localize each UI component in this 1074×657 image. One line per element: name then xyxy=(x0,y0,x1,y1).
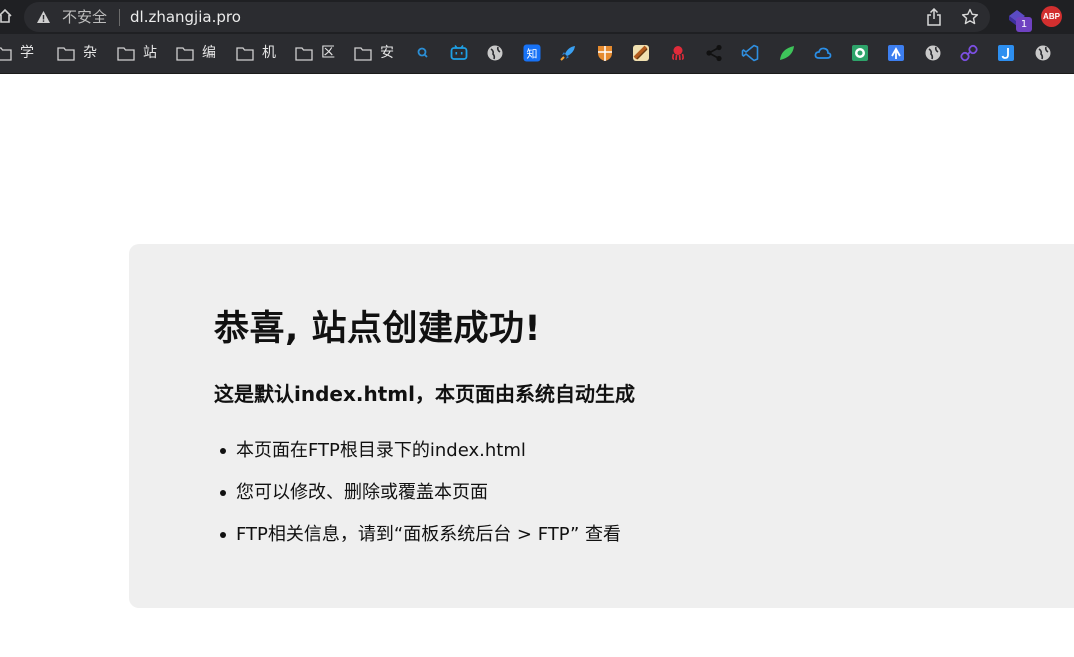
bookmark-folder-label: 学 xyxy=(20,45,34,61)
link-icon[interactable] xyxy=(960,44,978,62)
bookmark-folder[interactable]: 站 xyxy=(117,43,157,63)
crest-icon[interactable] xyxy=(596,44,614,62)
address-bar[interactable]: 不安全 dl.zhangjia.pro xyxy=(24,2,990,32)
bookmark-folder[interactable]: 安 xyxy=(354,43,394,63)
share-nodes-icon[interactable] xyxy=(705,44,723,62)
bookmark-folder[interactable]: 编 xyxy=(176,43,216,63)
translate-icon[interactable] xyxy=(887,44,905,62)
bookmark-folder-label: 机 xyxy=(262,45,276,61)
url-text[interactable]: dl.zhangjia.pro xyxy=(130,8,241,26)
folder-icon xyxy=(176,46,194,61)
url-separator xyxy=(119,9,120,26)
bookmark-folder-label: 站 xyxy=(143,45,157,61)
bookmark-folder-label: 安 xyxy=(380,45,394,61)
globe-icon[interactable] xyxy=(924,44,942,62)
globe-icon[interactable] xyxy=(1034,44,1052,62)
folder-icon xyxy=(295,46,313,61)
bookmark-folder[interactable]: 机 xyxy=(236,43,276,63)
folder-icon xyxy=(57,46,75,61)
list-item: 您可以修改、删除或覆盖本页面 xyxy=(214,481,621,523)
rocket-icon[interactable] xyxy=(559,44,577,62)
vscode-icon[interactable] xyxy=(741,44,759,62)
home-icon[interactable] xyxy=(0,8,12,24)
list-item: 本页面在FTP根目录下的index.html xyxy=(214,439,621,481)
extension-badge: 1 xyxy=(1016,17,1032,32)
share-icon[interactable] xyxy=(926,8,942,26)
bookmark-star-icon[interactable] xyxy=(961,8,979,26)
list-item: FTP相关信息，请到“面板系统后台 > FTP” 查看 xyxy=(214,523,621,565)
bookmark-folder-label: 杂 xyxy=(83,45,97,61)
leaf-icon[interactable] xyxy=(778,44,796,62)
folder-icon xyxy=(236,46,254,61)
info-list: 本页面在FTP根目录下的index.html 您可以修改、删除或覆盖本页面 FT… xyxy=(214,439,621,565)
search-icon[interactable] xyxy=(414,44,432,62)
bilibili-icon[interactable] xyxy=(450,44,468,62)
adblock-icon[interactable]: ABP xyxy=(1041,6,1062,27)
bookmark-folder-label: 编 xyxy=(202,45,216,61)
page-subtitle: 这是默认index.html，本页面由系统自动生成 xyxy=(214,382,635,406)
j-icon[interactable] xyxy=(997,44,1015,62)
folder-icon xyxy=(354,46,372,61)
security-label[interactable]: 不安全 xyxy=(62,8,107,26)
octopus-icon[interactable] xyxy=(669,44,687,62)
bookmark-folder-label: 区 xyxy=(321,45,335,61)
page-title: 恭喜, 站点创建成功! xyxy=(214,309,541,349)
bookmark-folder[interactable]: 区 xyxy=(295,43,335,63)
warning-icon[interactable] xyxy=(36,10,51,24)
browser-toolbar: 不安全 dl.zhangjia.pro 1 ABP xyxy=(0,0,1074,34)
cloud-icon[interactable] xyxy=(814,44,832,62)
content-card: 恭喜, 站点创建成功! 这是默认index.html，本页面由系统自动生成 本页… xyxy=(129,244,1074,608)
lock-shield-icon[interactable] xyxy=(851,44,869,62)
folder-icon xyxy=(117,46,135,61)
bookmark-folder[interactable]: 杂 xyxy=(57,43,97,63)
zhihu-icon[interactable]: 知 xyxy=(523,44,541,62)
svg-text:知: 知 xyxy=(527,47,538,61)
globe-icon[interactable] xyxy=(486,44,504,62)
badge-icon[interactable] xyxy=(632,44,650,62)
bookmark-folder[interactable]: 学 xyxy=(0,43,34,63)
bookmarks-bar: 学 杂 站 编 机 区 安 知 xyxy=(0,34,1074,74)
folder-icon xyxy=(0,46,12,61)
